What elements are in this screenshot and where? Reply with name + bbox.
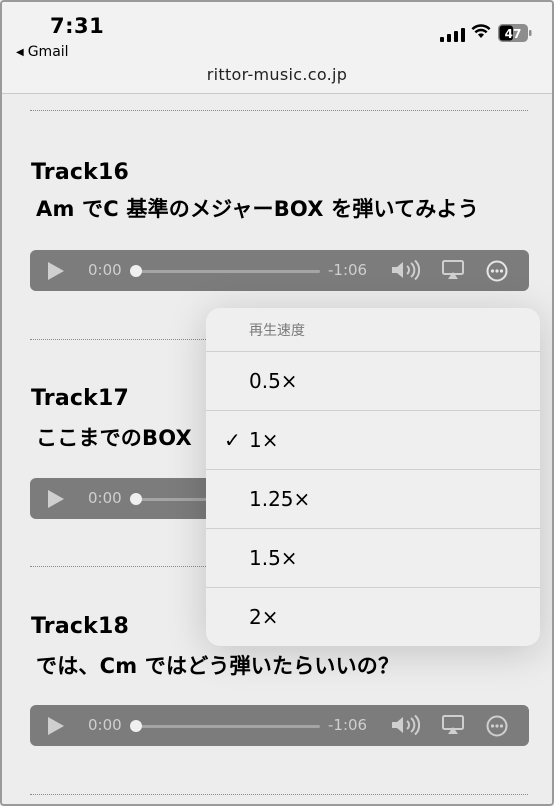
more-options-icon[interactable] [486, 260, 508, 282]
status-bar: 7:31 ◀ Gmail 47 [2, 2, 552, 62]
track-title: Track17 [31, 386, 129, 411]
divider [30, 110, 528, 111]
volume-icon[interactable] [390, 259, 420, 281]
wifi-icon [471, 24, 491, 38]
speed-option-label: 2× [249, 605, 279, 629]
track-title: Track18 [31, 614, 129, 639]
airplay-icon[interactable] [442, 715, 464, 735]
play-icon[interactable] [48, 717, 64, 735]
back-app-label: Gmail [27, 44, 69, 60]
speed-option-label: 1× [249, 428, 279, 452]
audio-player: 0:00 -1:06 [30, 705, 529, 746]
divider [30, 794, 528, 795]
play-icon[interactable] [48, 262, 64, 280]
progress-knob[interactable] [130, 493, 142, 505]
checkmark-icon: ✓ [224, 428, 241, 452]
speed-option-1x[interactable]: ✓ 1× [206, 411, 540, 470]
back-to-app-link[interactable]: ◀ Gmail [16, 44, 69, 60]
track-subtitle: ここまでのBOX [36, 426, 192, 450]
screen-frame: 7:31 ◀ Gmail 47 rittor-music.co.jp Track… [0, 0, 554, 806]
url-bar[interactable]: rittor-music.co.jp [2, 60, 552, 94]
speed-option-2x[interactable]: 2× [206, 588, 540, 646]
audio-player: 0:00 -1:06 [30, 250, 529, 291]
more-options-icon[interactable] [486, 715, 508, 737]
url-domain: rittor-music.co.jp [206, 65, 348, 84]
battery-icon: 47 [498, 24, 532, 42]
progress-track[interactable] [134, 725, 320, 728]
back-arrow-icon: ◀ [16, 46, 24, 58]
battery-level: 47 [505, 27, 522, 41]
remaining-time: -1:06 [328, 261, 368, 279]
track-subtitle: Am でC 基準のメジャーBOX を弾いてみよう [36, 197, 479, 221]
status-time: 7:31 [50, 14, 105, 38]
remaining-time: -1:06 [328, 716, 368, 734]
current-time: 0:00 [88, 716, 122, 734]
speed-option-1-25x[interactable]: 1.25× [206, 470, 540, 529]
playback-speed-menu: 再生速度 0.5× ✓ 1× 1.25× 1.5× 2× [206, 308, 540, 646]
progress-knob[interactable] [130, 265, 142, 277]
speed-option-label: 1.25× [249, 487, 311, 511]
cellular-signal-icon [440, 26, 465, 42]
progress-track[interactable] [134, 270, 320, 273]
speed-option-label: 0.5× [249, 369, 298, 393]
current-time: 0:00 [88, 261, 122, 279]
progress-knob[interactable] [130, 720, 142, 732]
track-subtitle: では、Cm ではどう弾いたらいいの？ [36, 654, 400, 678]
airplay-icon[interactable] [442, 260, 464, 280]
track-title: Track16 [31, 160, 129, 185]
menu-header: 再生速度 [206, 308, 540, 352]
volume-icon[interactable] [390, 714, 420, 736]
play-icon[interactable] [48, 490, 64, 508]
speed-option-label: 1.5× [249, 546, 298, 570]
speed-option-0-5x[interactable]: 0.5× [206, 352, 540, 411]
speed-option-1-5x[interactable]: 1.5× [206, 529, 540, 588]
current-time: 0:00 [88, 489, 122, 507]
